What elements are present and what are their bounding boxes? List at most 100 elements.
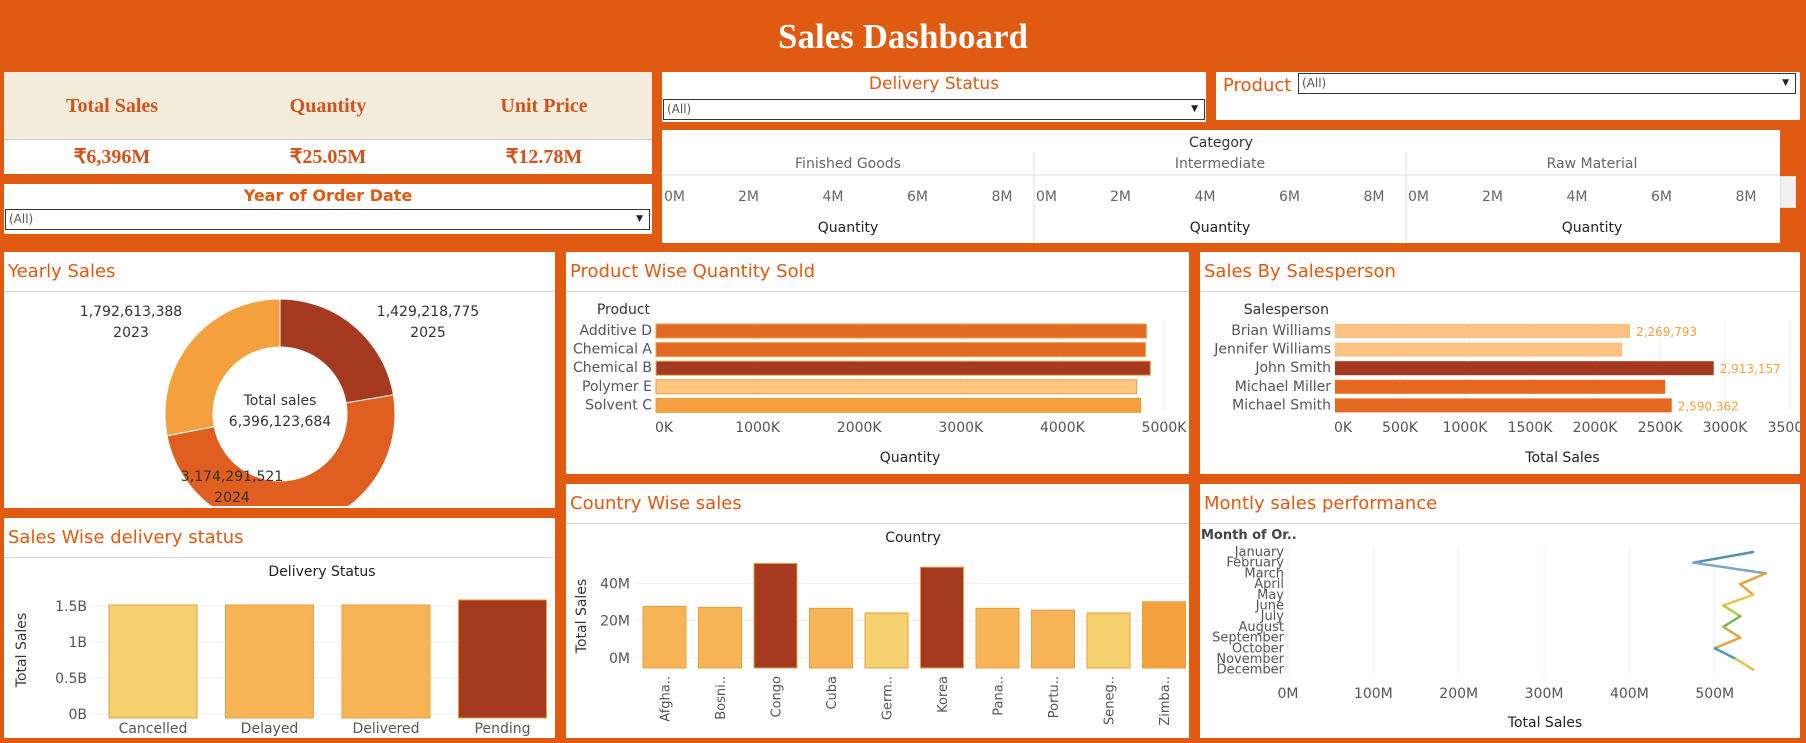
x-tick-label: 1000K — [735, 420, 781, 436]
kpi-panel: Total Sales Quantity Unit Price ₹6,396M … — [4, 72, 652, 174]
line-segment-may — [1722, 593, 1755, 607]
x-tick-label: 400M — [1610, 686, 1649, 702]
category-tick-label: 6M — [1651, 189, 1672, 205]
line-segment-october — [1713, 647, 1738, 661]
donut-year-label-2024: 2024 — [214, 490, 250, 506]
x-category-label: Cuba — [825, 676, 840, 710]
y-category-label: Michael Smith — [1232, 397, 1331, 413]
line-segment-july — [1722, 614, 1742, 629]
y-category-label: Brian Williams — [1231, 323, 1331, 339]
delivery-filter-value: (All) — [667, 102, 692, 116]
monthly-sales-panel: Montly sales performance Month of Or.. 0M… — [1200, 484, 1800, 738]
chevron-down-icon: ▼ — [1191, 104, 1198, 114]
bar-polymer-e — [655, 379, 1138, 395]
kpi-label-total-sales: Total Sales — [65, 95, 159, 117]
delivery-filter-dropdown[interactable]: (All) ▼ — [663, 99, 1205, 120]
bar-zimba — [1142, 601, 1186, 669]
category-group-label: Intermediate — [1175, 156, 1265, 172]
x-category-label: Bosni.. — [714, 676, 729, 720]
y-tick-label: 1B — [68, 635, 87, 651]
category-tick-label: 2M — [1110, 189, 1131, 205]
delivery-filter-panel: Delivery Status (All) ▼ — [662, 72, 1206, 122]
product-filter-value: (All) — [1302, 76, 1327, 90]
line-segment-june — [1722, 604, 1742, 618]
axis-header: Country — [885, 530, 941, 546]
y-axis-label: Total Sales — [574, 579, 590, 654]
bar-cancelled — [108, 604, 198, 719]
x-tick-label: 1500K — [1508, 420, 1554, 436]
category-tick-label: 2M — [738, 189, 759, 205]
chevron-down-icon: ▼ — [1782, 78, 1789, 88]
year-filter-dropdown[interactable]: (All) ▼ — [5, 209, 650, 230]
product-filter-label: Product — [1223, 75, 1292, 96]
year-filter-panel: Year of Order Date (All) ▼ — [4, 184, 652, 234]
y-category-label: Solvent C — [585, 397, 652, 413]
bar-solvent-c — [655, 397, 1142, 413]
x-tick-label: 1000K — [1443, 420, 1489, 436]
donut-value-label-2025: 1,429,218,775 — [377, 304, 479, 320]
delivery-status-chart: Delivery Status 0B 0.5B 1B 1.5B Total Sales Ca… — [14, 564, 552, 737]
category-tick-label: 8M — [1364, 189, 1385, 205]
x-category-label: Korea — [936, 676, 951, 713]
bar-delayed — [225, 604, 314, 719]
y-tick-label: 0.5B — [55, 671, 87, 687]
product-filter-dropdown[interactable]: (All) ▼ — [1298, 73, 1796, 94]
salesperson-title: Sales By Salesperson — [1200, 252, 1800, 292]
x-category-label: Zimba.. — [1158, 676, 1173, 726]
bar-michael-miller — [1335, 379, 1666, 394]
bar-delivered — [341, 604, 431, 719]
category-axis-label: Quantity — [818, 220, 879, 236]
kpi-value-unit-price: ₹12.78M — [505, 146, 583, 168]
x-tick-label: 200M — [1439, 686, 1478, 702]
y-category-label: Polymer E — [582, 379, 652, 395]
line-segment-september — [1713, 636, 1742, 650]
y-category-label: Chemical B — [573, 360, 652, 376]
bar-korea — [920, 566, 964, 669]
yearly-sales-donut: Total sales 6,396,123,684 1,429,218,775 202… — [80, 298, 479, 506]
y-tick-label: 40M — [600, 576, 630, 592]
x-category-label: Pana.. — [992, 676, 1007, 716]
category-tick-label: 0M — [1036, 189, 1057, 205]
category-tick-label: 6M — [907, 189, 928, 205]
bar-portu — [1031, 609, 1075, 669]
x-tick-label: 3000K — [1703, 420, 1749, 436]
bar-chemical-a — [655, 342, 1146, 358]
y-category-label: John Smith — [1254, 360, 1331, 376]
y-category-label: Michael Miller — [1235, 379, 1331, 395]
line-segment-february — [1692, 561, 1768, 575]
y-category-label: Jennifer Williams — [1213, 342, 1331, 358]
category-axis-label: Quantity — [1190, 220, 1251, 236]
x-axis-label: Total Sales — [1507, 715, 1582, 731]
year-filter-value: (All) — [9, 212, 34, 226]
category-panel: Category Finished Goods 0M 2M 4M 6M 8M Quantity… — [662, 130, 1780, 243]
category-group-label: Finished Goods — [795, 156, 901, 172]
y-category-label: Additive D — [579, 323, 652, 339]
kpi-label-unit-price: Unit Price — [500, 95, 588, 117]
y-tick-label: 0B — [68, 707, 87, 723]
donut-center-label: Total sales — [243, 393, 317, 409]
donut-year-label-2025: 2025 — [410, 325, 446, 341]
bar-chemical-b — [655, 360, 1151, 376]
bar-afgha — [642, 605, 687, 669]
dashboard-title: Sales Dashboard — [778, 17, 1028, 56]
bar-john-smith — [1335, 361, 1714, 376]
bar-value-label: 2,913,157 — [1720, 362, 1781, 376]
x-tick-label: 2000K — [837, 420, 883, 436]
axis-header: Salesperson — [1244, 302, 1329, 318]
monthly-sales-chart: Month of Or.. 0M 100M 200M 300M 400M 500M Total… — [1201, 528, 1768, 731]
x-tick-label: 0K — [655, 420, 674, 436]
y-tick-label: 0M — [609, 651, 630, 667]
category-axis-label: Quantity — [1562, 220, 1623, 236]
x-tick-label: 500M — [1695, 686, 1734, 702]
category-tick-label: 8M — [992, 189, 1013, 205]
x-category-label: Afgha.. — [659, 676, 674, 722]
donut-value-label-2024: 3,174,291,521 — [181, 469, 283, 485]
x-axis-label: Total Sales — [1524, 450, 1599, 466]
country-sales-chart: Country 0M 20M 40M Total Sales Afgha.. Bosni..… — [574, 530, 1186, 726]
monthly-sales-title: Montly sales performance — [1200, 484, 1800, 524]
category-scrollbar[interactable] — [1780, 176, 1796, 208]
x-category-label: Congo — [770, 676, 785, 718]
product-qty-chart: Product 0K 1000K 2000K 3000K 4000K 5000K Additi… — [573, 302, 1187, 466]
x-tick-label: 0M — [1278, 686, 1299, 702]
kpi-header-row: Total Sales Quantity Unit Price — [4, 72, 652, 140]
